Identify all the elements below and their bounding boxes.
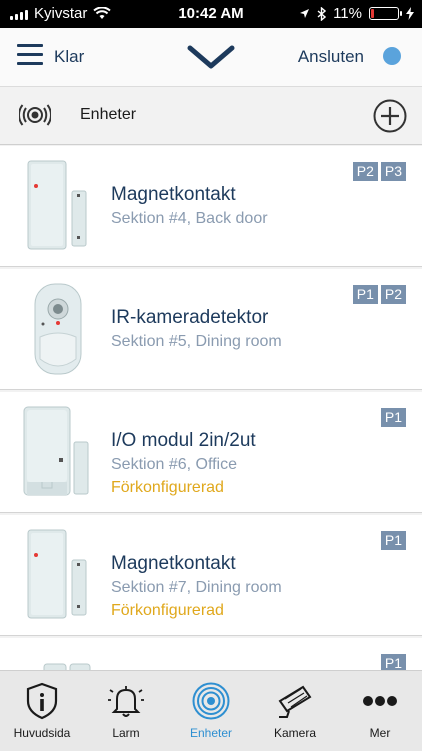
shield-icon <box>26 682 58 720</box>
status-bar: Kyivstar 10:42 AM 11% <box>0 0 422 28</box>
device-name: I/O modul 2in/2ut <box>111 430 256 451</box>
partition-badge: P1 <box>352 285 378 304</box>
tab-kamera[interactable]: Kamera <box>253 671 337 751</box>
partition-badge: P2 <box>380 285 406 304</box>
tab-label: Kamera <box>273 726 317 740</box>
battery-icon <box>369 7 402 20</box>
magnetic-contact-icon <box>27 160 87 250</box>
device-subtitle: Sektion #5, Dining room <box>111 333 282 350</box>
tab-mer[interactable]: Mer <box>338 671 422 751</box>
add-device-button[interactable] <box>373 99 407 133</box>
devices-icon <box>192 682 230 720</box>
device-row[interactable]: I/O modul 2in/2ut Sektion #6, Office För… <box>0 392 422 513</box>
wifi-icon <box>93 7 112 19</box>
tab-label: Mer <box>369 726 391 740</box>
app-header: Klar Ansluten <box>0 28 422 87</box>
tab-bar: Huvudsida Larm Enheter Kamera Mer <box>0 670 422 751</box>
bluetooth-icon <box>317 6 327 21</box>
tab-label: Huvudsida <box>13 726 71 740</box>
camera-icon <box>278 685 312 718</box>
tab-enheter[interactable]: Enheter <box>169 671 253 751</box>
devices-section-header: Enheter <box>0 87 422 145</box>
partition-badge: P1 <box>380 654 406 670</box>
bell-icon <box>108 686 144 717</box>
system-status-label[interactable]: Klar <box>54 47 84 67</box>
section-title: Enheter <box>80 106 137 123</box>
device-row[interactable]: P1 <box>0 638 422 670</box>
location-icon <box>300 9 310 18</box>
device-row[interactable]: Magnetkontakt Sektion #4, Back door P2 P… <box>0 146 422 267</box>
magnetic-contact-icon <box>43 663 91 670</box>
device-row[interactable]: Magnetkontakt Sektion #7, Dining room Fö… <box>0 515 422 636</box>
device-status: Förkonfigurerad <box>111 479 224 496</box>
device-name: IR-kameradetektor <box>111 307 269 328</box>
connection-status-dot <box>383 47 401 65</box>
signal-icon <box>10 8 28 20</box>
chevron-down-icon[interactable] <box>186 43 236 71</box>
tab-label: Larm <box>112 726 140 740</box>
device-list[interactable]: Magnetkontakt Sektion #4, Back door P2 P… <box>0 146 422 670</box>
menu-icon[interactable] <box>17 44 43 66</box>
partition-badge: P1 <box>380 531 406 550</box>
partition-badge: P3 <box>380 162 406 181</box>
device-name: Magnetkontakt <box>111 184 236 205</box>
tab-larm[interactable]: Larm <box>84 671 168 751</box>
battery-percent: 11% <box>333 5 362 22</box>
devices-icon <box>19 104 51 126</box>
device-name: Magnetkontakt <box>111 553 236 574</box>
connection-label: Ansluten <box>297 47 364 66</box>
device-subtitle: Sektion #4, Back door <box>111 210 268 227</box>
more-icon <box>363 696 397 706</box>
device-subtitle: Sektion #6, Office <box>111 456 237 473</box>
io-module-icon <box>23 406 89 496</box>
tab-label: Enheter <box>189 726 233 740</box>
magnetic-contact-icon <box>27 529 87 619</box>
device-subtitle: Sektion #7, Dining room <box>111 579 282 596</box>
charging-icon <box>406 7 414 20</box>
ir-camera-detector-icon <box>34 283 82 375</box>
device-row[interactable]: IR-kameradetektor Sektion #5, Dining roo… <box>0 269 422 390</box>
tab-huvudsida[interactable]: Huvudsida <box>0 671 84 751</box>
carrier-name: Kyivstar <box>34 5 88 22</box>
partition-badge: P2 <box>352 162 378 181</box>
device-status: Förkonfigurerad <box>111 602 224 619</box>
partition-badge: P1 <box>380 408 406 427</box>
